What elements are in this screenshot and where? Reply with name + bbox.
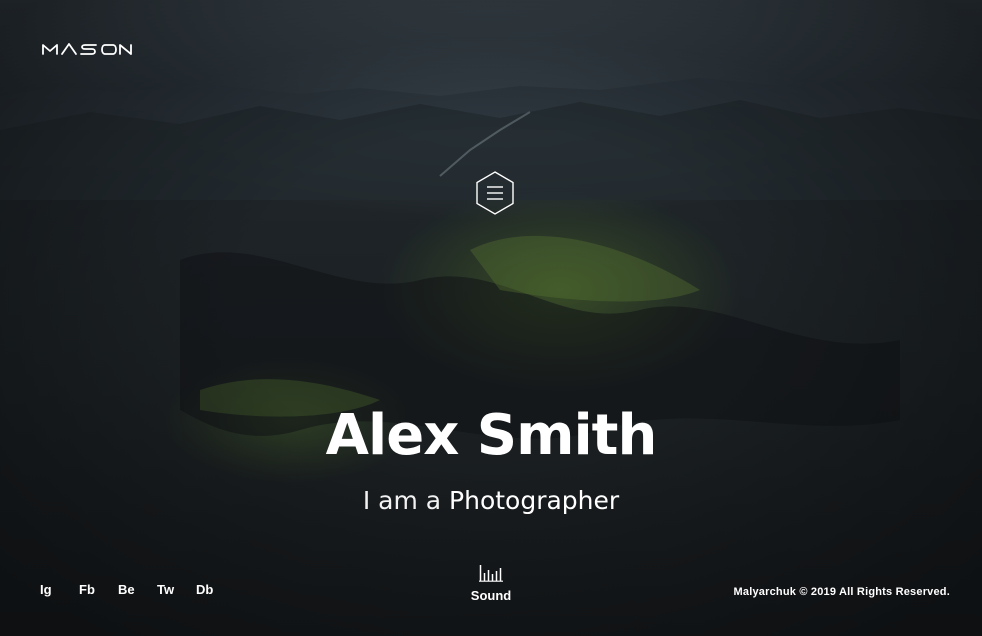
social-link-behance[interactable]: Be — [118, 582, 157, 597]
sound-toggle[interactable]: Sound — [450, 564, 532, 603]
subtitle-role: Photographer — [449, 486, 620, 515]
copyright-text: Malyarchuk © 2019 All Rights Reserved. — [733, 586, 950, 598]
subtitle-prefix: I am a — [362, 486, 442, 515]
sound-label: Sound — [470, 588, 512, 603]
social-link-twitter[interactable]: Tw — [157, 582, 196, 597]
page-title: Alex Smith — [325, 403, 658, 468]
hero-section: Alex Smith I am a Photographer Ig Fb Be … — [0, 0, 982, 636]
menu-button[interactable] — [474, 170, 516, 216]
subtitle: I am a Photographer — [0, 482, 982, 520]
mason-logo[interactable] — [42, 42, 140, 56]
background-vignette — [0, 0, 982, 636]
social-link-facebook[interactable]: Fb — [79, 582, 118, 597]
hamburger-hexagon-icon — [476, 171, 514, 215]
social-link-dribbble[interactable]: Db — [196, 582, 235, 597]
social-links: Ig Fb Be Tw Db — [40, 582, 235, 597]
sound-bars-icon — [479, 565, 503, 582]
social-link-instagram[interactable]: Ig — [40, 582, 79, 597]
